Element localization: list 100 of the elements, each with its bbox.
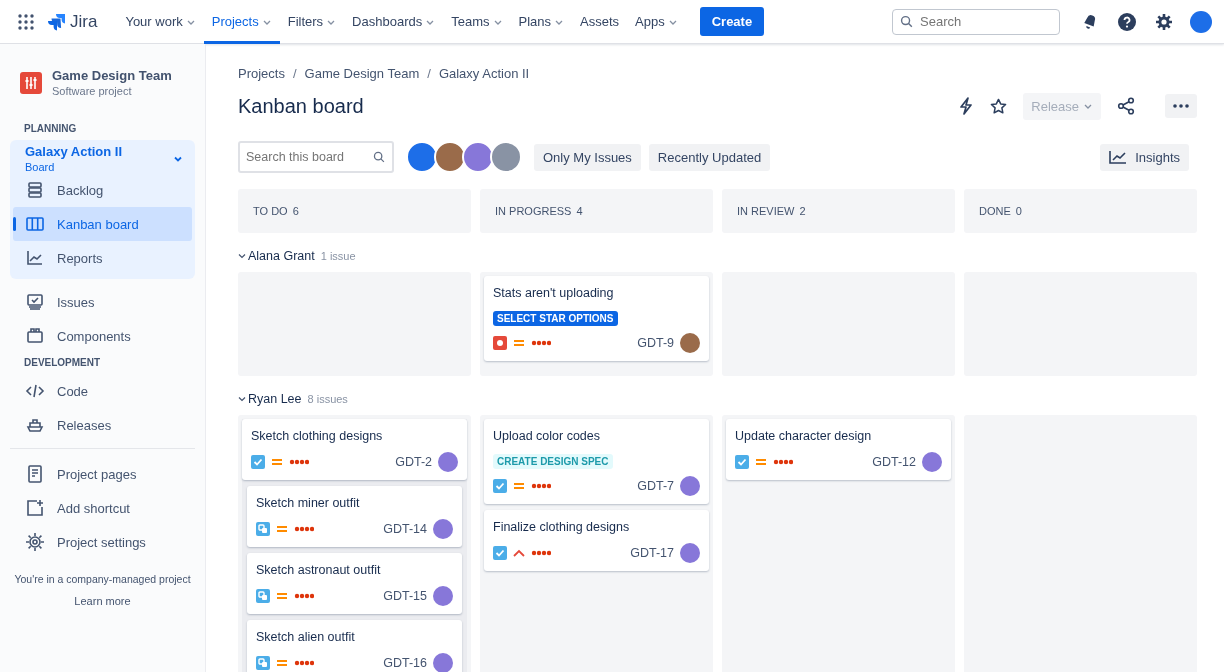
lightning-icon[interactable] (958, 97, 975, 115)
swimlane-header[interactable]: Alana Grant 1 issue (238, 249, 1197, 263)
sidebar-item[interactable]: Kanban board (13, 207, 192, 241)
sidebar-item[interactable]: Components (10, 319, 195, 353)
product-name[interactable]: Jira (70, 11, 98, 32)
task-icon (735, 455, 749, 469)
nav-menu-item[interactable]: Dashboards (344, 0, 444, 44)
sidebar-icon (25, 214, 45, 234)
app-grid-icon[interactable] (18, 13, 34, 30)
sidebar-item[interactable]: Code (10, 374, 195, 408)
nav-menu-item[interactable]: Filters (279, 0, 345, 44)
sidebar-icon (25, 326, 45, 346)
breadcrumb-link[interactable]: Galaxy Action II (438, 66, 530, 81)
share-icon[interactable] (1117, 97, 1135, 115)
board-name: Galaxy Action II (25, 144, 123, 159)
priority-medium-icon (276, 525, 288, 533)
sidebar-icon (25, 248, 45, 268)
priority-medium-icon (271, 458, 283, 466)
dots-icon (773, 459, 793, 465)
page-title: Kanban board (238, 94, 364, 118)
column-header: IN REVIEW 2 (722, 189, 955, 233)
learn-more-link[interactable]: Learn more (74, 595, 131, 607)
assignee-avatar[interactable] (438, 452, 458, 472)
bug-icon (493, 336, 507, 350)
epic-label: CREATE DESIGN SPEC (493, 454, 613, 469)
issue-key[interactable]: GDT-17 (630, 546, 674, 560)
assignee-avatar[interactable] (680, 543, 700, 563)
issue-key[interactable]: GDT-7 (637, 479, 674, 493)
column-header: TO DO 6 (238, 189, 471, 233)
issue-key[interactable]: GDT-9 (637, 336, 674, 350)
epic-label: SELECT STAR OPTIONS (493, 311, 618, 326)
settings-icon[interactable] (1155, 12, 1173, 31)
card-title: Sketch astronaut outfit (256, 563, 382, 577)
task-icon (251, 455, 265, 469)
quick-filter-button[interactable]: Recently Updated (648, 143, 771, 171)
search-icon (373, 151, 385, 163)
issue-card[interactable]: Stats aren't uploading SELECT STAR OPTIONS GDT-9 (484, 276, 709, 361)
project-type: Software project (52, 85, 133, 97)
issue-card[interactable]: Sketch clothing designs GDT-2 (242, 419, 467, 480)
more-button[interactable] (1165, 94, 1197, 118)
priority-medium-icon (276, 659, 288, 667)
priority-medium-icon (513, 482, 525, 490)
nav-menu-item[interactable]: Apps (627, 0, 686, 44)
sidebar-item[interactable]: Backlog (13, 173, 192, 207)
assignee-avatar[interactable] (680, 476, 700, 496)
board-search-field[interactable]: Search this board (238, 141, 394, 173)
dots-icon (294, 593, 314, 599)
assignee-avatar[interactable] (433, 653, 453, 672)
issue-key[interactable]: GDT-12 (872, 455, 916, 469)
sidebar-icon (25, 180, 45, 200)
issue-card[interactable]: Update character design GDT-12 (726, 419, 951, 480)
issue-card[interactable]: Finalize clothing designs GDT-17 (484, 510, 709, 571)
quick-filter-button[interactable]: Only My Issues (534, 143, 641, 171)
selection-bar (13, 217, 16, 231)
priority-medium-icon (755, 458, 767, 466)
create-button[interactable]: Create (699, 7, 765, 36)
sidebar-icon (25, 292, 45, 312)
subtask-icon (256, 589, 270, 603)
sidebar-item[interactable]: Add shortcut (10, 491, 195, 525)
assignee-avatar[interactable] (922, 452, 942, 472)
issue-card[interactable]: Sketch miner outfit GDT-14 (247, 486, 462, 547)
issue-card[interactable]: Sketch alien outfit GDT-16 (247, 620, 462, 672)
card-title: Sketch alien outfit (256, 630, 356, 644)
issue-card[interactable]: Sketch astronaut outfit GDT-15 (247, 553, 462, 614)
assignee-avatar[interactable] (433, 519, 453, 539)
issue-key[interactable]: GDT-15 (383, 589, 427, 603)
sidebar-item[interactable]: Project pages (10, 457, 195, 491)
priority-medium-icon (276, 592, 288, 600)
insights-button[interactable]: Insights (1100, 143, 1189, 171)
sidebar-item[interactable]: Reports (13, 241, 192, 275)
breadcrumb-link[interactable]: Game Design Team (304, 66, 420, 81)
assignee-avatar[interactable] (433, 586, 453, 606)
logo-icon (48, 12, 66, 31)
help-icon[interactable] (1117, 11, 1137, 32)
dots-icon (531, 550, 551, 556)
project-name: Game Design Team (52, 68, 172, 83)
sidebar-item[interactable]: Project settings (10, 525, 195, 559)
dots-icon (289, 459, 309, 465)
breadcrumb-link[interactable]: Projects (238, 66, 285, 81)
nav-menu-item[interactable]: Your work (117, 0, 204, 44)
sidebar-item[interactable]: Issues (10, 285, 195, 319)
board-switcher[interactable]: Galaxy Action II Board (10, 144, 195, 173)
project-note: You're in a company-managed project (13, 573, 192, 585)
issue-key[interactable]: GDT-14 (383, 522, 427, 536)
user-avatar[interactable] (1190, 10, 1212, 33)
nav-menu-item[interactable]: Teams (443, 0, 511, 44)
issue-key[interactable]: GDT-16 (383, 656, 427, 670)
nav-menu-item[interactable]: Plans (510, 0, 573, 44)
card-title: Stats aren't uploading (493, 286, 615, 300)
nav-menu-item[interactable]: Projects (203, 0, 280, 44)
breadcrumb-separator: / (292, 66, 297, 81)
dots-icon (531, 340, 551, 346)
issue-key[interactable]: GDT-2 (395, 455, 432, 469)
assignee-avatar[interactable] (680, 333, 700, 353)
nav-menu-item[interactable]: Assets (572, 0, 628, 44)
swimlane-header[interactable]: Ryan Lee 8 issues (238, 392, 1197, 406)
sidebar-item[interactable]: Releases (10, 408, 195, 442)
star-icon[interactable] (990, 97, 1008, 115)
issue-card[interactable]: Upload color codes CREATE DESIGN SPEC GDT-7 (484, 419, 709, 504)
search-field[interactable]: Search (892, 8, 1060, 35)
